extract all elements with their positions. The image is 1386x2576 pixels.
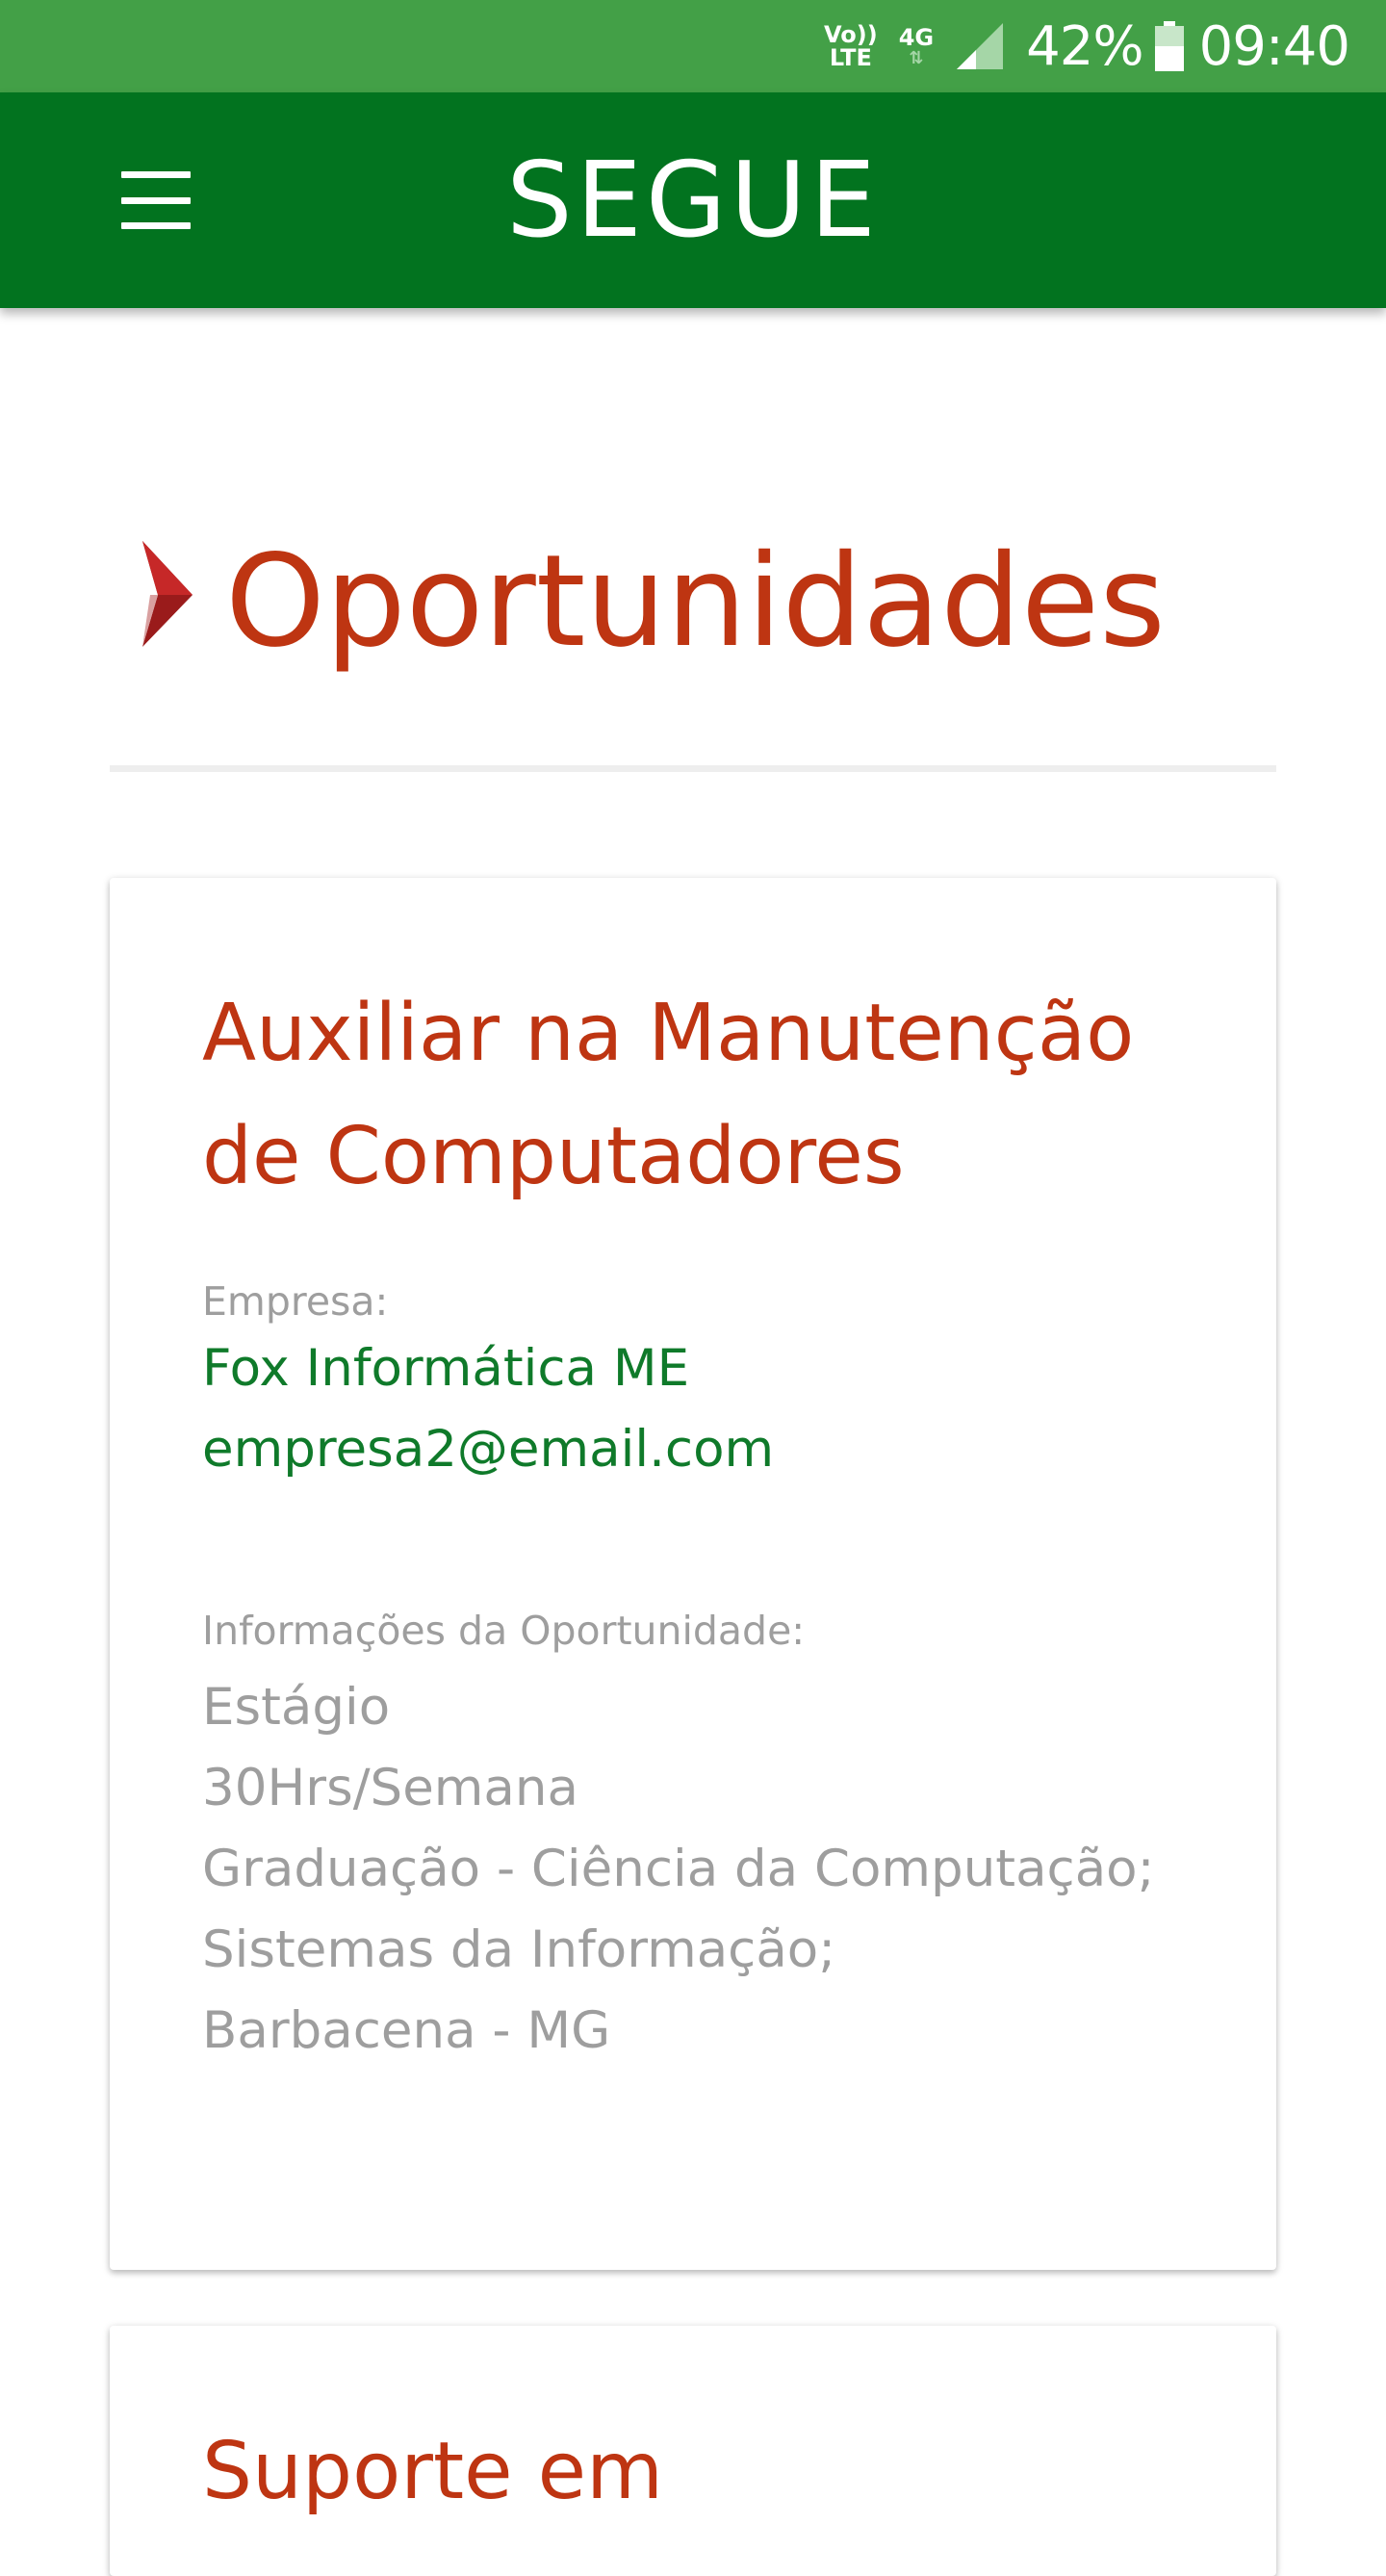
info-type: Estágio <box>202 1678 391 1737</box>
clock: 09:40 <box>1198 14 1350 78</box>
company-name: Fox Informática ME <box>202 1339 690 1398</box>
opportunity-title: Suporte em <box>202 2426 663 2517</box>
volte-bottom-label: LTE <box>829 44 872 71</box>
company-email-link[interactable]: empresa2@email.com <box>202 1409 1184 1490</box>
signal-icon <box>955 21 1005 71</box>
network-4g-icon: 4G ⇅ <box>899 25 934 67</box>
menu-line <box>121 196 191 204</box>
opportunity-card[interactable]: Suporte em <box>110 2326 1276 2576</box>
opportunity-title: Auxiliar na Manutenção de Computadores <box>202 988 1135 1202</box>
battery-icon <box>1154 21 1184 71</box>
volte-top-label: Vo)) <box>824 21 878 48</box>
page-title: Oportunidades <box>225 528 1166 676</box>
app-bar: SEGUE <box>0 92 1386 308</box>
battery-percent: 42% <box>1026 14 1143 78</box>
opportunity-card[interactable]: Auxiliar na Manutenção de Computadores E… <box>110 878 1276 2270</box>
page-header: Oportunidades <box>110 520 1276 770</box>
volte-icon: Vo)) LTE <box>824 23 878 69</box>
info-course-2: Sistemas da Informação; <box>202 1920 836 1979</box>
menu-line <box>121 222 191 229</box>
hamburger-menu-icon[interactable] <box>114 171 198 229</box>
info-course: Graduação - Ciência da Computação; <box>202 1840 1155 1898</box>
data-arrows-icon: ⇅ <box>909 48 924 68</box>
company-label: Empresa: <box>202 1278 389 1325</box>
info-hours: 30Hrs/Semana <box>202 1759 578 1817</box>
chevron-right-icon <box>142 541 192 647</box>
app-title: SEGUE <box>506 140 880 261</box>
header-divider <box>110 765 1276 772</box>
network-label: 4G <box>898 24 935 51</box>
menu-line <box>121 171 191 178</box>
info-location: Barbacena - MG <box>202 2001 611 2060</box>
opportunity-info-label: Informações da Oportunidade: <box>202 1608 806 1654</box>
status-bar: Vo)) LTE 4G ⇅ 42% 09:40 <box>0 0 1386 92</box>
